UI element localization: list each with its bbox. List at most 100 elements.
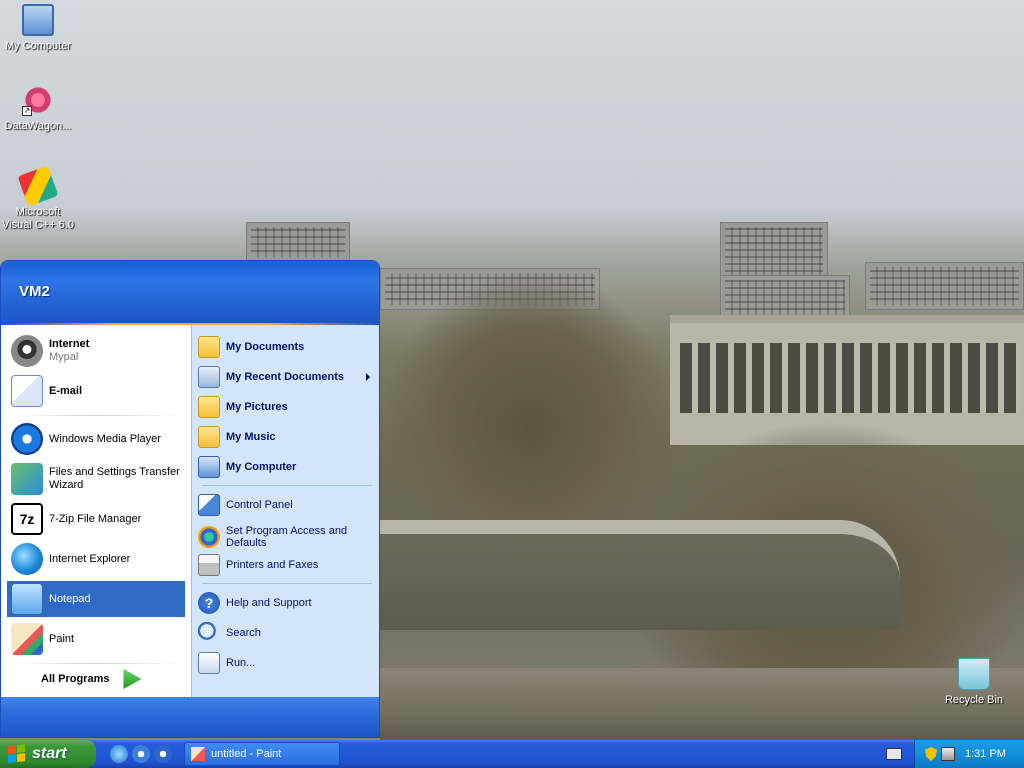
- separator: [13, 663, 181, 664]
- start-item-paint[interactable]: Paint: [7, 621, 185, 657]
- separator: [202, 583, 372, 584]
- quicklaunch-outlook-icon[interactable]: [132, 745, 150, 763]
- my-computer-icon: [22, 4, 54, 36]
- recycle-bin-icon: [958, 658, 990, 690]
- visual-cpp-icon: [17, 165, 59, 207]
- paint-icon: [11, 623, 43, 655]
- paint-icon: [191, 747, 205, 761]
- help-icon: ?: [198, 592, 220, 614]
- submenu-arrow-icon: [366, 373, 370, 381]
- start-item-media-player[interactable]: Windows Media Player: [7, 421, 185, 457]
- place-my-music[interactable]: My Music: [198, 425, 376, 449]
- task-label: untitled - Paint: [211, 748, 282, 760]
- item-label: Run...: [226, 657, 256, 669]
- item-label: My Recent Documents: [226, 371, 344, 383]
- security-shield-icon[interactable]: [925, 747, 937, 761]
- printer-icon: [198, 554, 220, 576]
- item-label: My Music: [226, 431, 276, 443]
- start-menu-header: VM2: [1, 261, 379, 325]
- run-icon: [198, 652, 220, 674]
- item-title: E-mail: [49, 384, 83, 397]
- all-programs-label: All Programs: [41, 673, 110, 685]
- item-label: Set Program Access and Defaults: [226, 525, 348, 549]
- setting-control-panel[interactable]: Control Panel: [198, 493, 376, 517]
- control-panel-icon: [198, 494, 220, 516]
- windows-logo-icon: [8, 744, 26, 764]
- folder-icon: [198, 336, 220, 358]
- clock[interactable]: 1:31 PM: [965, 748, 1006, 760]
- item-label: Windows Media Player: [49, 432, 161, 445]
- datawagon-icon: ↗: [22, 84, 54, 116]
- wallpaper-building: [246, 222, 350, 262]
- media-player-icon: [11, 423, 43, 455]
- place-my-pictures[interactable]: My Pictures: [198, 395, 376, 419]
- taskbar-button-paint[interactable]: untitled - Paint: [184, 742, 340, 766]
- item-label: My Documents: [226, 341, 305, 353]
- start-button[interactable]: start: [0, 740, 96, 768]
- desktop-icon-label: DataWagon...: [4, 120, 72, 132]
- program-defaults-icon: [198, 526, 220, 548]
- computer-icon: [198, 456, 220, 478]
- desktop-icon-my-computer[interactable]: My Computer: [0, 4, 76, 53]
- internet-explorer-icon: [11, 543, 43, 575]
- start-item-internet-explorer[interactable]: Internet Explorer: [7, 541, 185, 577]
- item-label: 7-Zip File Manager: [49, 512, 142, 525]
- recent-documents-icon: [198, 366, 220, 388]
- desktop-icon-label: My Computer: [4, 40, 72, 52]
- item-subtitle: Mypal: [49, 351, 79, 363]
- item-label: Notepad: [49, 592, 91, 605]
- wallpaper-building: [720, 275, 850, 320]
- wallpaper-rubble: [380, 668, 1024, 740]
- start-item-email[interactable]: E-mail: [7, 373, 185, 409]
- folder-icon: [198, 396, 220, 418]
- item-label: Files and Settings Transfer Wizard: [49, 466, 180, 491]
- place-my-computer[interactable]: My Computer: [198, 455, 376, 479]
- system-tray: 1:31 PM: [914, 740, 1024, 768]
- start-menu-places-pane: My Documents My Recent Documents My Pict…: [191, 325, 379, 697]
- wallpaper-building: [720, 222, 828, 282]
- notepad-icon: [11, 583, 43, 615]
- mail-icon: [11, 375, 43, 407]
- separator: [13, 415, 181, 416]
- item-label: My Computer: [226, 461, 297, 473]
- desktop-icon-datawagon[interactable]: ↗ DataWagon...: [0, 84, 76, 133]
- tool-search[interactable]: Search: [198, 621, 376, 645]
- start-item-7zip[interactable]: 7z 7-Zip File Manager: [7, 501, 185, 537]
- taskbar: start untitled - Paint 1:31 PM: [0, 740, 1024, 768]
- tool-help-support[interactable]: ? Help and Support: [198, 591, 376, 615]
- start-item-internet[interactable]: Internet Mypal: [7, 333, 185, 369]
- wallpaper-ramp: [380, 520, 900, 630]
- place-my-documents[interactable]: My Documents: [198, 335, 376, 359]
- place-my-recent-documents[interactable]: My Recent Documents: [198, 365, 376, 389]
- wallpaper-building: [865, 262, 1024, 310]
- quicklaunch-media-player-icon[interactable]: [154, 745, 172, 763]
- start-menu-programs-pane: Internet Mypal E-mail Windows Media Play…: [1, 325, 191, 697]
- start-item-transfer-wizard[interactable]: Files and Settings Transfer Wizard: [7, 461, 185, 497]
- transfer-wizard-icon: [11, 463, 43, 495]
- setting-program-defaults[interactable]: Set Program Access and Defaults: [198, 523, 376, 551]
- raccoon-icon: [11, 335, 43, 367]
- desktop-icon-recycle-bin[interactable]: Recycle Bin: [936, 658, 1012, 707]
- desktop-icon-visual-cpp[interactable]: Microsoft Visual C++ 6.0: [0, 165, 76, 232]
- keyboard-icon[interactable]: [886, 748, 902, 760]
- setting-printers-faxes[interactable]: Printers and Faxes: [198, 553, 376, 577]
- user-name: VM2: [19, 283, 50, 300]
- network-icon[interactable]: [941, 747, 955, 761]
- item-label: My Pictures: [226, 401, 288, 413]
- 7zip-icon: 7z: [11, 503, 43, 535]
- item-label: Paint: [49, 632, 75, 645]
- item-label: Internet Explorer: [49, 552, 131, 565]
- folder-icon: [198, 426, 220, 448]
- start-menu-footer: [1, 697, 379, 737]
- desktop-icon-label: Microsoft Visual C++ 6.0: [2, 206, 74, 231]
- start-item-notepad[interactable]: Notepad: [7, 581, 185, 617]
- all-programs-button[interactable]: All Programs: [41, 669, 142, 689]
- shortcut-arrow-icon: ↗: [22, 106, 32, 116]
- item-title: Internet: [49, 338, 90, 350]
- green-arrow-icon: [123, 669, 142, 689]
- quicklaunch-ie-icon[interactable]: [110, 745, 128, 763]
- desktop-icon-label: Recycle Bin: [944, 694, 1004, 706]
- search-icon: [198, 622, 220, 644]
- item-label: Help and Support: [226, 597, 312, 609]
- tool-run[interactable]: Run...: [198, 651, 376, 675]
